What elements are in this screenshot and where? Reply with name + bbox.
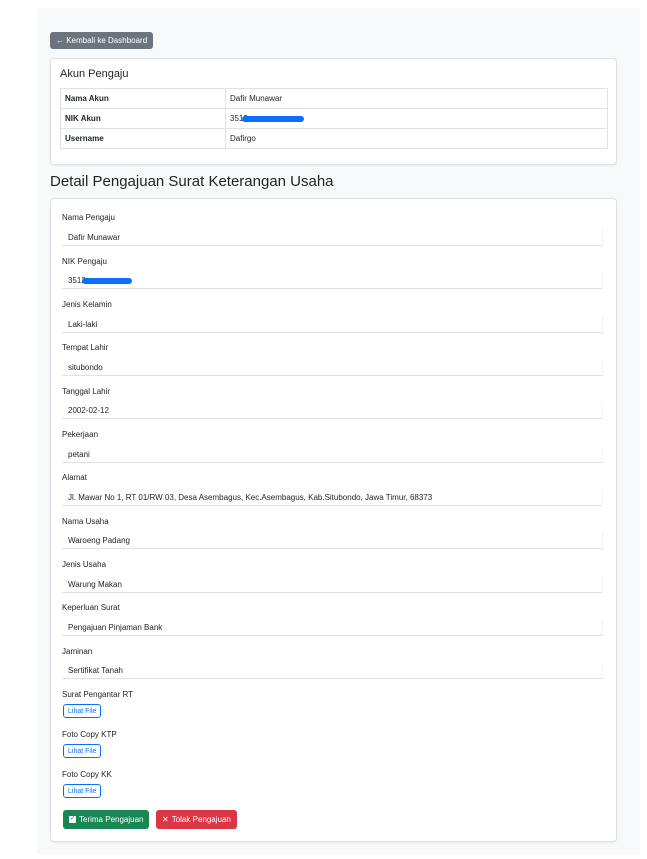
nama-usaha-field[interactable]: Waroeng Padang bbox=[62, 532, 603, 549]
view-kk-file-button[interactable]: Lihat File bbox=[63, 784, 102, 798]
account-value: Dafirgo bbox=[225, 128, 608, 149]
view-rt-file-button[interactable]: Lihat File bbox=[63, 704, 102, 718]
redaction-mark bbox=[241, 115, 304, 122]
pekerjaan-field[interactable]: petani bbox=[62, 446, 603, 463]
jenis-kelamin-field[interactable]: Laki-laki bbox=[62, 316, 603, 333]
alamat-field[interactable]: Jl. Mawar No 1, RT 01/RW 03, Desa Asemba… bbox=[62, 489, 603, 506]
tanggal-lahir-label: Tanggal Lahir bbox=[62, 387, 111, 396]
keperluan-surat-field[interactable]: Pengajuan Pinjaman Bank bbox=[62, 619, 603, 636]
jaminan-label: Jaminan bbox=[62, 647, 93, 656]
account-card: Akun Pengaju Nama Akun Dafir Munawar NIK… bbox=[50, 58, 617, 165]
page-title: Detail Pengajuan Surat Keterangan Usaha bbox=[50, 173, 334, 190]
nama-pengaju-label: Nama Pengaju bbox=[62, 213, 115, 222]
nik-pengaju-field[interactable]: 3512 bbox=[62, 272, 603, 289]
table-row: NIK Akun 3512 bbox=[60, 108, 608, 129]
accept-label: Terima Pengajuan bbox=[79, 815, 144, 824]
check-icon: ✓ bbox=[69, 816, 76, 824]
table-row: Username Dafirgo bbox=[60, 128, 608, 149]
jenis-usaha-field[interactable]: Warung Makan bbox=[62, 576, 603, 593]
pekerjaan-label: Pekerjaan bbox=[62, 430, 99, 439]
jenis-kelamin-label: Jenis Kelamin bbox=[62, 300, 112, 309]
back-to-dashboard-button[interactable]: ← Kembali ke Dashboard bbox=[50, 32, 154, 49]
reject-submission-button[interactable]: ✕ Tolak Pengajuan bbox=[156, 810, 237, 829]
tempat-lahir-label: Tempat Lahir bbox=[62, 343, 109, 352]
account-value: 3512 bbox=[225, 108, 608, 129]
keperluan-surat-label: Keperluan Surat bbox=[62, 603, 120, 612]
table-row: Nama Akun Dafir Munawar bbox=[60, 88, 608, 109]
view-ktp-file-button[interactable]: Lihat File bbox=[63, 744, 102, 758]
nik-pengaju-label: NIK Pengaju bbox=[62, 257, 107, 266]
account-key: Username bbox=[60, 128, 226, 149]
jaminan-field[interactable]: Sertifikat Tanah bbox=[62, 662, 603, 679]
jenis-usaha-label: Jenis Usaha bbox=[62, 560, 107, 569]
surat-pengantar-rt-label: Surat Pengantar RT bbox=[62, 690, 134, 699]
foto-copy-ktp-label: Foto Copy KTP bbox=[62, 730, 117, 739]
tempat-lahir-field[interactable]: situbondo bbox=[62, 359, 603, 376]
tanggal-lahir-field[interactable]: 2002-02-12 bbox=[62, 402, 603, 419]
account-key: Nama Akun bbox=[60, 88, 226, 109]
account-card-title: Akun Pengaju bbox=[60, 68, 129, 80]
page-container: ← Kembali ke Dashboard Akun Pengaju Nama… bbox=[37, 8, 640, 854]
alamat-label: Alamat bbox=[62, 473, 87, 482]
redaction-mark bbox=[81, 277, 132, 284]
close-icon: ✕ bbox=[162, 815, 169, 824]
account-key: NIK Akun bbox=[60, 108, 226, 129]
accept-submission-button[interactable]: ✓ Terima Pengajuan bbox=[63, 810, 150, 829]
reject-label: Tolak Pengajuan bbox=[171, 815, 231, 824]
nama-usaha-label: Nama Usaha bbox=[62, 517, 109, 526]
account-table: Nama Akun Dafir Munawar NIK Akun 3512 Us… bbox=[60, 88, 608, 149]
account-value: Dafir Munawar bbox=[225, 88, 608, 109]
nama-pengaju-field[interactable]: Dafir Munawar bbox=[62, 229, 603, 246]
detail-card: Nama Pengaju Dafir Munawar NIK Pengaju 3… bbox=[50, 198, 617, 842]
foto-copy-kk-label: Foto Copy KK bbox=[62, 770, 112, 779]
